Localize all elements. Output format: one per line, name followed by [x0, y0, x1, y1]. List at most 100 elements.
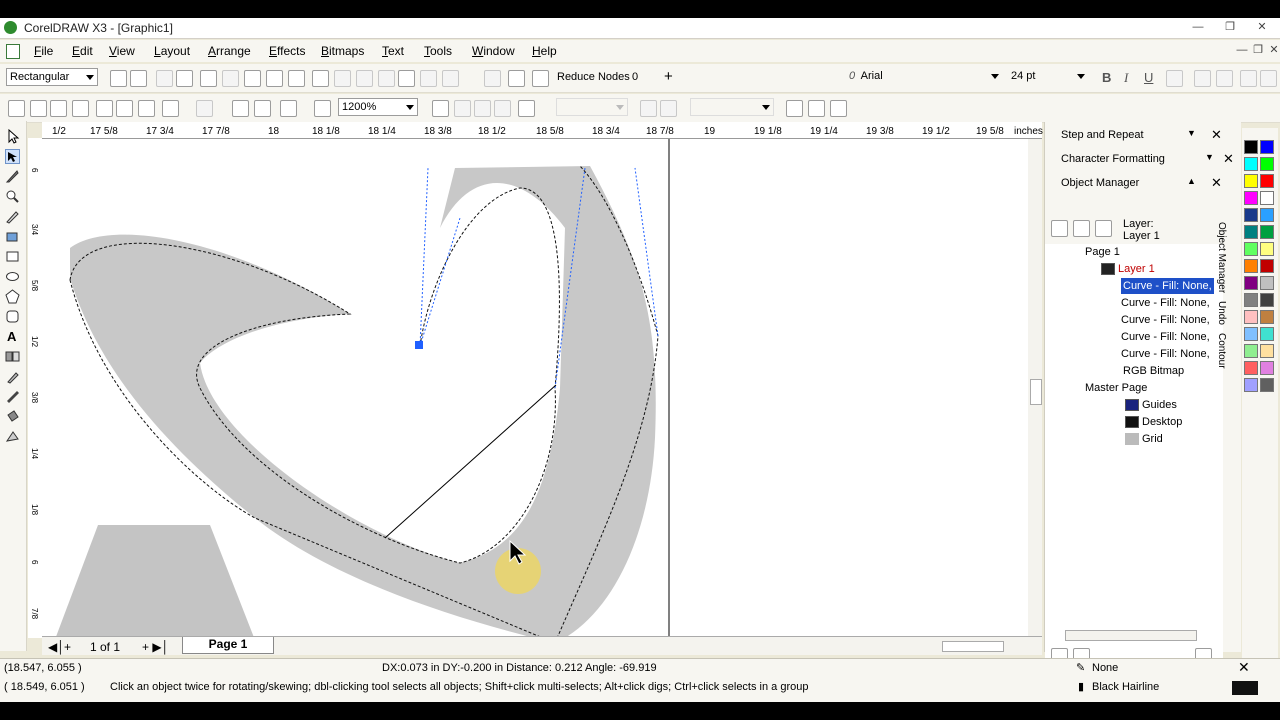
- side-tab-object-manager[interactable]: Object Manager: [1216, 222, 1227, 293]
- font-select[interactable]: 0 Arial: [846, 68, 1002, 86]
- pick-tool-icon[interactable]: [5, 128, 20, 144]
- tree-page-1[interactable]: Page 1: [1085, 244, 1120, 260]
- collapse-arrow-icon[interactable]: ▼: [1187, 128, 1196, 138]
- outline-combo[interactable]: [690, 98, 774, 116]
- palette-swatch[interactable]: [1260, 344, 1274, 358]
- palette-swatch[interactable]: [1244, 225, 1258, 239]
- underline-button[interactable]: U: [1144, 70, 1153, 85]
- palette-swatch[interactable]: [1260, 140, 1274, 154]
- interactive-blend-tool-icon[interactable]: [5, 349, 20, 364]
- close-button[interactable]: ✕: [1252, 21, 1272, 34]
- transform-icon[interactable]: [786, 100, 803, 117]
- layer-manager-view-icon[interactable]: [1095, 220, 1112, 237]
- palette-swatch[interactable]: [1244, 157, 1258, 171]
- new-document-icon[interactable]: [8, 100, 25, 117]
- dynamic-guides-icon[interactable]: [494, 100, 511, 117]
- menu-effects[interactable]: Effects: [269, 44, 305, 58]
- side-tab-contour[interactable]: Contour: [1216, 333, 1227, 369]
- tree-curve[interactable]: Curve - Fill: None,: [1121, 295, 1210, 311]
- undo-icon[interactable]: [162, 100, 179, 117]
- control-handle[interactable]: [419, 217, 461, 347]
- tree-curve[interactable]: Curve - Fill: None,: [1121, 312, 1210, 328]
- eyedropper-tool-icon[interactable]: [5, 369, 20, 384]
- scroll-thumb[interactable]: [1030, 379, 1042, 405]
- page-tab[interactable]: Page 1: [182, 637, 274, 654]
- tree-layer-1[interactable]: Layer 1: [1101, 261, 1155, 277]
- palette-swatch[interactable]: [1244, 208, 1258, 222]
- rectangle-tool-icon[interactable]: [5, 249, 20, 264]
- add-toolbar-button[interactable]: +: [664, 68, 673, 85]
- align-text-icon[interactable]: [1166, 70, 1183, 87]
- palette-swatch[interactable]: [1260, 208, 1274, 222]
- palette-swatch[interactable]: [1244, 140, 1258, 154]
- menu-file[interactable]: File: [34, 44, 53, 58]
- menu-layout[interactable]: Layout: [154, 44, 190, 58]
- export-icon[interactable]: [254, 100, 271, 117]
- palette-swatch[interactable]: [1260, 310, 1274, 324]
- join-nodes-icon[interactable]: [156, 70, 173, 87]
- snap-to-grid-icon[interactable]: [432, 100, 449, 117]
- to-back-icon[interactable]: [830, 100, 847, 117]
- reverse-direction-icon[interactable]: [312, 70, 329, 87]
- collapse-arrow-icon[interactable]: ▼: [1205, 152, 1214, 162]
- selected-node[interactable]: [415, 341, 423, 349]
- bullets-icon[interactable]: [1194, 70, 1211, 87]
- extend-curve-icon[interactable]: [334, 70, 351, 87]
- basic-shapes-tool-icon[interactable]: [5, 309, 20, 324]
- break-curve-icon[interactable]: [176, 70, 193, 87]
- edit-across-layers-icon[interactable]: [1073, 220, 1090, 237]
- snap-to-objects-icon[interactable]: [474, 100, 491, 117]
- redo-icon[interactable]: [196, 100, 213, 117]
- menu-edit[interactable]: Edit: [72, 44, 93, 58]
- extract-subpath-icon[interactable]: [356, 70, 373, 87]
- make-symmetrical-icon[interactable]: [288, 70, 305, 87]
- cut-icon[interactable]: [96, 100, 113, 117]
- tree-grid[interactable]: Grid: [1125, 431, 1163, 447]
- palette-swatch[interactable]: [1244, 174, 1258, 188]
- align-nodes-icon[interactable]: [420, 70, 437, 87]
- font-size-select[interactable]: 24 pt: [1008, 68, 1088, 86]
- menu-window[interactable]: Window: [472, 44, 515, 58]
- reduce-nodes-icon[interactable]: [532, 70, 549, 87]
- knife-tool-icon[interactable]: [5, 169, 20, 184]
- vertical-ruler[interactable]: 6 3/4 5/8 1/2 3/8 1/4 1/8 6 7/8: [28, 138, 43, 638]
- elastic-mode-icon[interactable]: [484, 70, 501, 87]
- palette-swatch[interactable]: [1260, 174, 1274, 188]
- close-docker-icon[interactable]: ✕: [1223, 151, 1234, 167]
- select-all-nodes-icon[interactable]: [508, 70, 525, 87]
- palette-swatch[interactable]: [1244, 378, 1258, 392]
- tree-curve-selected[interactable]: Curve - Fill: None,: [1121, 278, 1214, 294]
- palette-swatch[interactable]: [1244, 361, 1258, 375]
- minimize-button[interactable]: —: [1188, 21, 1208, 34]
- bold-button[interactable]: B: [1102, 70, 1111, 85]
- palette-swatch[interactable]: [1260, 293, 1274, 307]
- stretch-nodes-icon[interactable]: [378, 70, 395, 87]
- restore-button[interactable]: ❐: [1220, 21, 1240, 34]
- next-page-button[interactable]: + ▶│: [142, 640, 169, 654]
- tree-master-page[interactable]: Master Page: [1085, 380, 1147, 396]
- palette-swatch[interactable]: [1244, 191, 1258, 205]
- outline-status-icon[interactable]: ▮: [1078, 680, 1084, 693]
- text-orientation-icon[interactable]: [1240, 70, 1257, 87]
- corel-online-icon[interactable]: [314, 100, 331, 117]
- menu-text[interactable]: Text: [382, 44, 404, 58]
- horizontal-scrollbar[interactable]: [942, 641, 1004, 652]
- show-properties-icon[interactable]: [1051, 220, 1068, 237]
- make-cusp-icon[interactable]: [244, 70, 261, 87]
- selection-mode-select[interactable]: Rectangular: [6, 68, 98, 86]
- tree-scrollbar[interactable]: [1065, 630, 1197, 641]
- italic-button[interactable]: I: [1124, 70, 1128, 86]
- palette-swatch[interactable]: [1260, 361, 1274, 375]
- tree-curve[interactable]: Curve - Fill: None,: [1121, 329, 1210, 345]
- paste-icon[interactable]: [138, 100, 155, 117]
- copy-icon[interactable]: [116, 100, 133, 117]
- rotate-nodes-icon[interactable]: [398, 70, 415, 87]
- palette-swatch[interactable]: [1244, 327, 1258, 341]
- interactive-fill-tool-icon[interactable]: [5, 429, 20, 444]
- save-icon[interactable]: [50, 100, 67, 117]
- palette-swatch[interactable]: [1244, 276, 1258, 290]
- tree-rgb-bitmap[interactable]: RGB Bitmap: [1123, 363, 1184, 379]
- curve-outline[interactable]: [419, 187, 560, 389]
- palette-swatch[interactable]: [1244, 242, 1258, 256]
- delete-node-icon[interactable]: [130, 70, 147, 87]
